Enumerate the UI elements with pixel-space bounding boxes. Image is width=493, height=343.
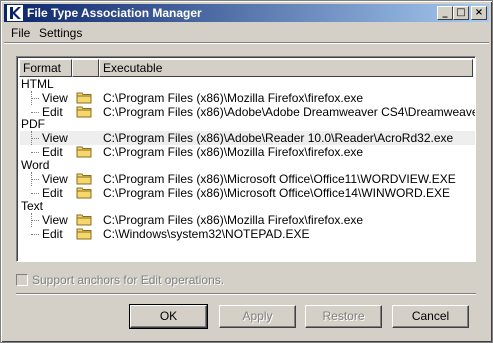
apply-button[interactable]: Apply: [219, 305, 296, 328]
executable-path[interactable]: C:\Program Files (x86)\Mozilla Firefox\f…: [103, 146, 363, 159]
folder-icon[interactable]: [76, 213, 93, 226]
window-title: File Type Association Manager: [27, 6, 202, 20]
menu-file[interactable]: File: [11, 26, 30, 40]
executable-path[interactable]: C:\Program Files (x86)\Microsoft Office\…: [103, 173, 456, 186]
executable-path[interactable]: C:\Program Files (x86)\Adobe\Reader 10.0…: [103, 132, 453, 145]
support-anchors-label: Support anchors for Edit operations.: [32, 273, 225, 287]
ok-button[interactable]: OK: [129, 304, 208, 329]
group-html[interactable]: HTML: [21, 78, 54, 91]
close-button[interactable]: ×: [471, 6, 487, 20]
action-view[interactable]: View: [42, 173, 68, 186]
folder-icon[interactable]: [76, 172, 93, 185]
menu-bar: File Settings: [4, 23, 489, 42]
action-view[interactable]: View: [42, 132, 68, 145]
menu-separator: [4, 42, 489, 44]
group-word[interactable]: Word: [21, 159, 49, 172]
action-view[interactable]: View: [42, 214, 68, 227]
tree-line: [31, 138, 39, 139]
cancel-button[interactable]: Cancel: [392, 305, 469, 328]
action-edit[interactable]: Edit: [42, 187, 63, 200]
app-icon: [7, 5, 23, 21]
tree-line: [31, 98, 39, 99]
action-edit[interactable]: Edit: [42, 106, 63, 119]
executable-path[interactable]: C:\Program Files (x86)\Adobe\Adobe Dream…: [103, 106, 475, 119]
app-window: File Type Association Manager _ □ × File…: [0, 0, 493, 343]
tree-line: [31, 112, 39, 113]
column-header-icon[interactable]: [72, 59, 99, 77]
button-separator: [16, 293, 476, 295]
association-list[interactable]: Format Executable HTML View C:\Program F…: [16, 56, 476, 262]
menu-settings[interactable]: Settings: [39, 26, 82, 40]
tree-line: [31, 179, 39, 180]
title-bar[interactable]: File Type Association Manager _ □ ×: [4, 4, 489, 22]
folder-icon[interactable]: [76, 91, 93, 104]
executable-path[interactable]: C:\Program Files (x86)\Microsoft Office\…: [103, 187, 450, 200]
tree-line: [31, 193, 39, 194]
group-pdf[interactable]: PDF: [21, 118, 45, 131]
executable-path[interactable]: C:\Program Files (x86)\Mozilla Firefox\f…: [103, 214, 363, 227]
column-header-format[interactable]: Format: [19, 59, 72, 77]
tree-line: [31, 152, 39, 153]
group-text[interactable]: Text: [21, 200, 43, 213]
tree-line: [31, 220, 39, 221]
support-anchors-checkbox[interactable]: [16, 274, 28, 286]
executable-path[interactable]: C:\Program Files (x86)\Mozilla Firefox\f…: [103, 92, 363, 105]
maximize-button[interactable]: □: [453, 6, 469, 20]
column-header-executable[interactable]: Executable: [99, 59, 473, 77]
folder-icon[interactable]: [76, 145, 93, 158]
minimize-button[interactable]: _: [437, 6, 453, 20]
executable-path[interactable]: C:\Windows\system32\NOTEPAD.EXE: [103, 228, 310, 241]
folder-icon[interactable]: [76, 186, 93, 199]
action-edit[interactable]: Edit: [42, 228, 63, 241]
tree-line: [31, 234, 39, 235]
folder-icon[interactable]: [76, 105, 93, 118]
action-view[interactable]: View: [42, 92, 68, 105]
restore-button[interactable]: Restore: [305, 305, 382, 328]
folder-icon[interactable]: [76, 227, 93, 240]
